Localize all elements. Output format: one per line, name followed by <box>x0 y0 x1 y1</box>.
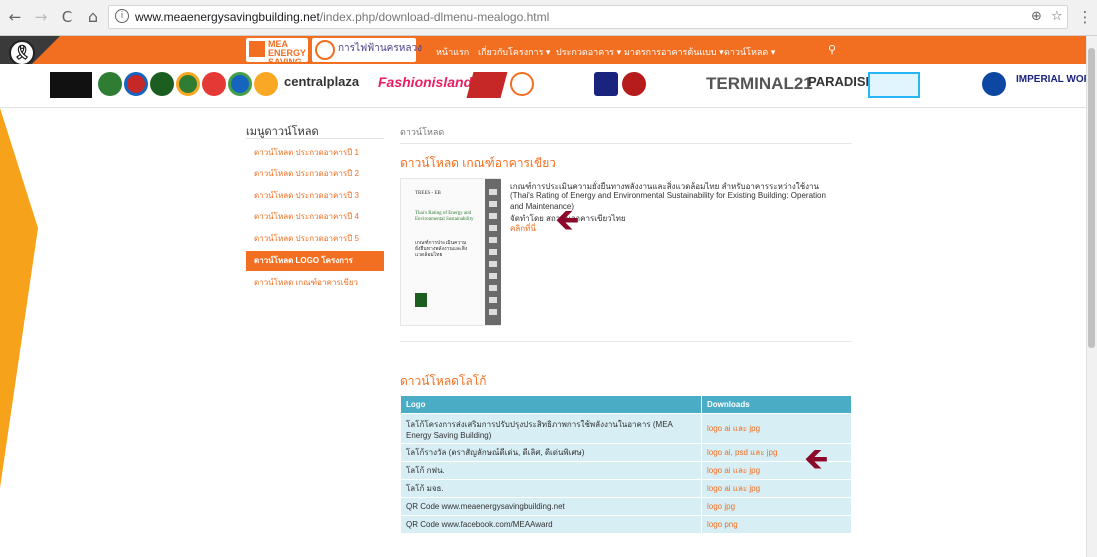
book-title-th: เกณฑ์การประเมินความยั่งยืนทางพลังงานและส… <box>415 241 468 258</box>
mea-partner-logo[interactable] <box>510 72 534 96</box>
sidebar-item-green-building[interactable]: ดาวน์โหลด เกณฑ์อาคารเขียว <box>246 273 384 293</box>
url-path: /index.php/download-dlmenu-mealogo.html <box>319 10 550 24</box>
menu-model-building[interactable]: มาตรการอาคารต้นแบบ ▾ <box>624 45 724 59</box>
reload-icon[interactable]: C <box>58 8 76 26</box>
book-spine-letters <box>489 189 497 319</box>
browser-toolbar: ← → C ⌂ i www.meaenergysavingbuilding.ne… <box>0 0 1097 36</box>
table-cell-logo: โลโก้รางวัล (ตราสัญลักษณ์ดีเด่น, ดีเลิศ,… <box>400 443 702 462</box>
sidebar-item-year3[interactable]: ดาวน์โหลด ประกวดอาคารปี 3 <box>246 186 384 206</box>
mea-logo-mark <box>249 41 265 57</box>
sidebar-item-year4[interactable]: ดาวน์โหลด ประกวดอาคารปี 4 <box>246 207 384 227</box>
partner-logo-shield[interactable] <box>594 72 618 96</box>
table-row: โลโก้โครงการส่งเสริมการปรับปรุงประสิทธิภ… <box>400 413 852 444</box>
menu-download[interactable]: ดาวน์โหลด ▾ <box>724 45 775 59</box>
book-title-en: Thai's Rating of Energy and Environmenta… <box>415 211 474 222</box>
left-decoration <box>0 108 38 488</box>
download-link[interactable]: logo png <box>701 515 852 534</box>
download-link[interactable]: logo ai และ jpg <box>701 413 852 444</box>
table-header-logo: Logo <box>400 395 702 414</box>
authority-name: การไฟฟ้านครหลวง <box>338 43 422 54</box>
sidebar-item-year2[interactable]: ดาวน์โหลด ประกวดอาคารปี 2 <box>246 164 384 184</box>
imperial-world-logo[interactable]: IMPERIAL WORLD <box>1016 74 1097 85</box>
partner-logo-4[interactable] <box>150 72 174 96</box>
table-cell-logo: QR Code www.facebook.com/MEAAward <box>400 515 702 534</box>
table-header-downloads: Downloads <box>701 395 852 414</box>
browser-menu-icon[interactable]: ⋮ <box>1076 8 1094 26</box>
sidebar-item-logo[interactable]: ดาวน์โหลด LOGO โครงการ <box>246 251 384 271</box>
download-link[interactable]: logo ai และ jpg <box>701 479 852 498</box>
table-row: QR Code www.meaenergysavingbuilding.net … <box>400 497 852 516</box>
partner-logo-5[interactable] <box>176 72 200 96</box>
download-link[interactable]: logo jpg <box>701 497 852 516</box>
partner-logo-3[interactable] <box>124 72 148 96</box>
logo-download-table: Logo Downloads โลโก้โครงการส่งเสริมการปร… <box>400 395 852 534</box>
forward-icon[interactable]: → <box>32 8 50 26</box>
table-header-row: Logo Downloads <box>400 395 852 414</box>
zoom-icon[interactable]: ⊕ <box>1031 9 1042 24</box>
table-row: โลโก้ มจธ. logo ai และ jpg <box>400 479 852 498</box>
fashion-island-logo[interactable]: Fashionisland <box>378 74 472 90</box>
arrow-left-icon: 🡸 <box>555 203 580 238</box>
url-text: www.meaenergysavingbuilding.net/index.ph… <box>135 10 549 24</box>
divider <box>246 138 384 139</box>
divider <box>400 143 852 144</box>
mea-authority-logo[interactable]: การไฟฟ้านครหลวง <box>312 38 422 62</box>
home-icon[interactable]: ⌂ <box>84 8 102 26</box>
table-cell-logo: โลโก้โครงการส่งเสริมการปรับปรุงประสิทธิภ… <box>400 413 702 444</box>
arrow-left-icon: 🡸 <box>804 442 829 477</box>
table-row: โลโก้ กฟน. logo ai และ jpg <box>400 461 852 480</box>
search-icon[interactable]: ⚲ <box>828 43 836 56</box>
menu-contest[interactable]: ประกวดอาคาร ▾ <box>556 45 621 59</box>
partner-logo-6[interactable] <box>202 72 226 96</box>
menu-home[interactable]: หน้าแรก <box>436 45 469 59</box>
table-row: โลโก้รางวัล (ตราสัญลักษณ์ดีเด่น, ดีเลิศ,… <box>400 443 852 462</box>
mea-energy-logo[interactable]: MEA ENERGY SAVING <box>246 38 308 67</box>
url-host: www.meaenergysavingbuilding.net <box>135 10 320 24</box>
book-code: TREES - EB <box>415 191 441 196</box>
back-icon[interactable]: ← <box>6 8 24 26</box>
divider <box>400 341 852 342</box>
partner-logo-7[interactable] <box>228 72 252 96</box>
ribbon-icon: 🎗 <box>9 40 35 66</box>
mea-logo-text: MEA ENERGY SAVING <box>268 39 306 67</box>
address-bar[interactable]: i www.meaenergysavingbuilding.net/index.… <box>108 5 1068 29</box>
mea-emblem-icon <box>315 40 335 60</box>
partner-logo-1[interactable] <box>50 72 92 98</box>
partner-logo-8[interactable] <box>254 72 278 96</box>
terminal21-logo[interactable]: TERMINAL21 <box>706 74 813 94</box>
section-title-logo-download: ดาวน์โหลดโลโก้ <box>400 374 487 388</box>
partner-logo-2[interactable] <box>98 72 122 96</box>
sidebar-item-year1[interactable]: ดาวน์โหลด ประกวดอาคารปี 1 <box>246 143 384 163</box>
sidebar-item-year5[interactable]: ดาวน์โหลด ประกวดอาคารปี 5 <box>246 229 384 249</box>
section-title-green-building: ดาวน์โหลด เกณฑ์อาคารเขียว <box>400 156 556 170</box>
menu-about[interactable]: เกี่ยวกับโครงการ ▾ <box>478 45 550 59</box>
table-cell-logo: QR Code www.meaenergysavingbuilding.net <box>400 497 702 516</box>
table-cell-logo: โลโก้ มจธ. <box>400 479 702 498</box>
tgbi-logo <box>415 293 427 307</box>
the-mall-logo[interactable] <box>466 72 508 98</box>
paradise-logo[interactable]: PARADISE <box>808 74 874 89</box>
breadcrumb[interactable]: ดาวน์โหลด <box>400 125 444 139</box>
partner-logo-seal[interactable] <box>622 72 646 96</box>
table-row: QR Code www.facebook.com/MEAAward logo p… <box>400 515 852 534</box>
doc-description-line2: (Thai's Rating of Energy and Environment… <box>510 191 826 200</box>
imperial-emblem-icon <box>982 72 1006 96</box>
star-icon[interactable]: ☆ <box>1051 9 1063 24</box>
partner-logo-blue[interactable] <box>868 72 920 98</box>
central-plaza-logo[interactable]: centralplaza <box>284 74 359 89</box>
table-cell-logo: โลโก้ กฟน. <box>400 461 702 480</box>
info-icon[interactable]: i <box>115 9 129 23</box>
trees-eb-book-cover: TREES - EB Thai's Rating of Energy and E… <box>400 178 501 326</box>
download-link[interactable]: logo ai, psd และ jpg <box>701 443 852 462</box>
download-click-here-link[interactable]: คลิกที่นี่ <box>510 222 536 235</box>
download-link[interactable]: logo ai และ jpg <box>701 461 852 480</box>
scrollbar-thumb[interactable] <box>1088 48 1095 348</box>
